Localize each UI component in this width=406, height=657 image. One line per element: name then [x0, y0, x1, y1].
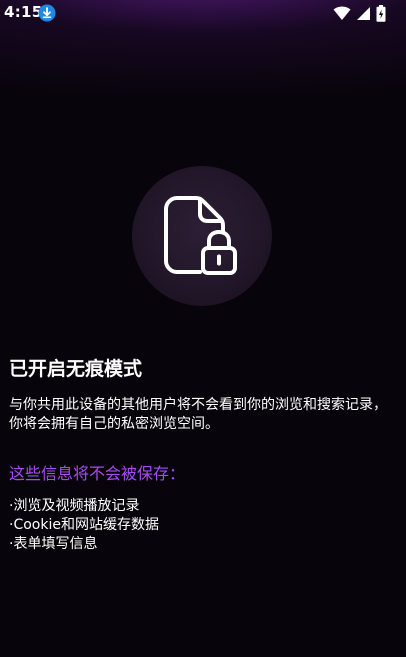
battery-icon	[376, 4, 386, 22]
not-saved-list: ·浏览及视频播放记录 ·Cookie和网站缓存数据 ·表单填写信息	[9, 497, 159, 554]
status-icons	[333, 4, 386, 22]
status-time: 4:15	[4, 3, 43, 21]
signal-icon	[357, 6, 370, 20]
incognito-icon-circle	[132, 166, 272, 306]
wifi-icon	[333, 6, 351, 20]
not-saved-heading: 这些信息将不会被保存：	[9, 464, 186, 483]
list-item: ·Cookie和网站缓存数据	[9, 517, 159, 533]
incognito-title: 已开启无痕模式	[9, 358, 143, 380]
status-bar: 4:15	[0, 0, 406, 28]
list-item: ·浏览及视频播放记录	[9, 498, 140, 514]
list-item: ·表单填写信息	[9, 536, 98, 552]
download-icon	[38, 4, 56, 22]
document-lock-icon	[164, 196, 237, 275]
incognito-screen: 4:15 已开启无痕模式 与你共用此设备的其他用户将不会看到你的浏览和搜索记录，…	[0, 0, 406, 657]
incognito-description: 与你共用此设备的其他用户将不会看到你的浏览和搜索记录，你将会拥有自己的私密浏览空…	[9, 397, 387, 432]
